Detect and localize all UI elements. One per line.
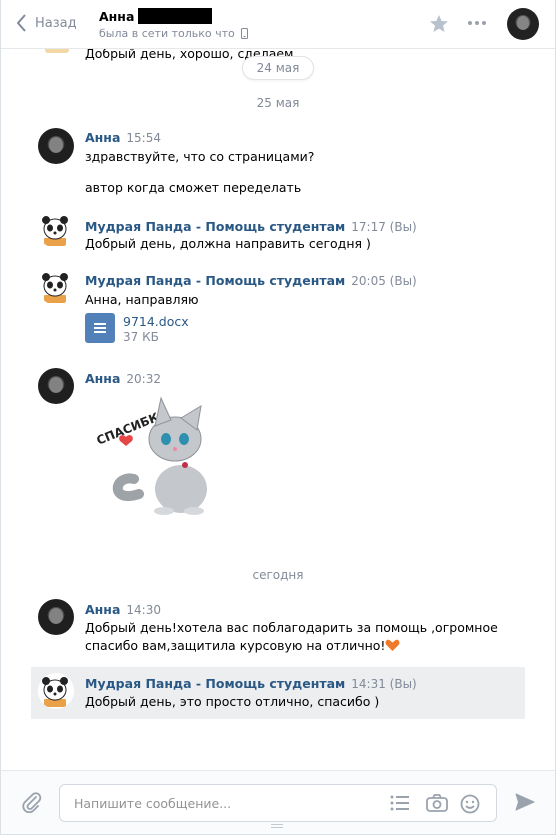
time-value: 17:17 bbox=[351, 220, 386, 234]
back-button[interactable]: Назад bbox=[17, 14, 77, 32]
attach-icon[interactable] bbox=[21, 791, 43, 813]
peer-avatar[interactable] bbox=[507, 8, 539, 40]
avatar[interactable] bbox=[38, 212, 74, 248]
panda-icon bbox=[42, 273, 68, 303]
resize-grip[interactable] bbox=[271, 824, 283, 828]
message-text: автор когда сможет переделать bbox=[85, 180, 302, 195]
author-name[interactable]: Мудрая Панда - Помощь студентам bbox=[85, 273, 345, 288]
peer-status-text: была в сети только что bbox=[99, 27, 235, 40]
date-separator: сегодня bbox=[252, 568, 304, 582]
star-icon[interactable] bbox=[429, 14, 449, 34]
message-text-part: спасибо вам,защитила курсовую на отлично… bbox=[85, 638, 386, 653]
author-name[interactable]: Мудрая Панда - Помощь студентам bbox=[85, 676, 345, 691]
panda-icon bbox=[42, 677, 68, 707]
document-name[interactable]: 9714.docx bbox=[123, 314, 189, 329]
send-icon[interactable] bbox=[515, 793, 535, 811]
message-author[interactable]: Анна 15:54 bbox=[85, 130, 161, 145]
message-time: 17:17 (Вы) bbox=[351, 220, 417, 234]
time-value: 20:05 bbox=[351, 274, 386, 288]
time-value: 14:31 bbox=[351, 677, 386, 691]
author-name[interactable]: Анна bbox=[85, 371, 120, 386]
message-time: 20:05 (Вы) bbox=[351, 274, 417, 288]
message-text: спасибо вам,защитила курсовую на отлично… bbox=[85, 638, 400, 653]
peer-status: была в сети только что bbox=[99, 27, 248, 40]
message-text: Добрый день, должна направить сегодня ) bbox=[85, 236, 371, 251]
message-text: Добрый день, это просто отлично, спасибо… bbox=[85, 694, 380, 709]
emoji-icon[interactable] bbox=[460, 794, 480, 814]
message-text: Анна, направляю bbox=[85, 292, 199, 307]
avatar[interactable] bbox=[38, 673, 74, 709]
message-input[interactable] bbox=[72, 785, 376, 821]
message-author[interactable]: Мудрая Панда - Помощь студентам 17:17 (Вы… bbox=[85, 219, 417, 234]
chat-header: Назад Анна была в сети только что bbox=[1, 0, 555, 49]
redacted-surname bbox=[138, 8, 213, 24]
peer-name-text: Анна bbox=[99, 8, 135, 24]
avatar[interactable] bbox=[38, 128, 74, 164]
message-history[interactable]: Добрый день, хорошо, сделаем 24 мая 25 м… bbox=[1, 49, 555, 769]
avatar[interactable] bbox=[38, 368, 74, 404]
document-size: 37 КБ bbox=[123, 330, 159, 344]
message-author[interactable]: Мудрая Панда - Помощь студентам 14:31 (Вы… bbox=[85, 676, 417, 691]
message-input-box[interactable] bbox=[59, 784, 497, 822]
camera-icon[interactable] bbox=[426, 794, 448, 812]
avatar[interactable] bbox=[38, 269, 74, 305]
panda-avatar-fragment bbox=[45, 49, 69, 53]
heart-emoji-icon bbox=[385, 639, 400, 651]
back-label: Назад bbox=[35, 15, 77, 31]
document-icon[interactable] bbox=[85, 313, 115, 343]
author-name[interactable]: Анна bbox=[85, 130, 120, 145]
list-icon[interactable] bbox=[390, 794, 410, 812]
sticker-cat[interactable]: СПАСИБКИ bbox=[89, 394, 219, 519]
message-author[interactable]: Мудрая Панда - Помощь студентам 20:05 (Вы… bbox=[85, 273, 417, 288]
date-separator: 25 мая bbox=[256, 96, 300, 110]
own-marker: (Вы) bbox=[389, 220, 417, 234]
message-text: Добрый день!хотела вас поблагодарить за … bbox=[85, 620, 498, 635]
message-author[interactable]: Анна 14:30 bbox=[85, 602, 161, 617]
author-name[interactable]: Анна bbox=[85, 602, 120, 617]
own-marker: (Вы) bbox=[389, 677, 417, 691]
panda-icon bbox=[42, 216, 68, 246]
avatar[interactable] bbox=[38, 599, 74, 635]
message-time: 15:54 bbox=[126, 131, 161, 145]
peer-name[interactable]: Анна bbox=[99, 8, 213, 24]
message-text: здравствуйте, что со страницами? bbox=[85, 149, 315, 164]
phone-icon bbox=[240, 28, 248, 39]
message-author[interactable]: Анна 20:32 bbox=[85, 371, 161, 386]
more-icon[interactable] bbox=[467, 20, 487, 26]
message-time: 20:32 bbox=[126, 372, 161, 386]
message-time: 14:31 (Вы) bbox=[351, 677, 417, 691]
chevron-left-icon bbox=[17, 14, 26, 32]
message-time: 14:30 bbox=[126, 603, 161, 617]
floating-date: 24 мая bbox=[242, 56, 314, 80]
own-marker: (Вы) bbox=[389, 274, 417, 288]
author-name[interactable]: Мудрая Панда - Помощь студентам bbox=[85, 219, 345, 234]
selected-message-highlight[interactable] bbox=[31, 667, 525, 719]
